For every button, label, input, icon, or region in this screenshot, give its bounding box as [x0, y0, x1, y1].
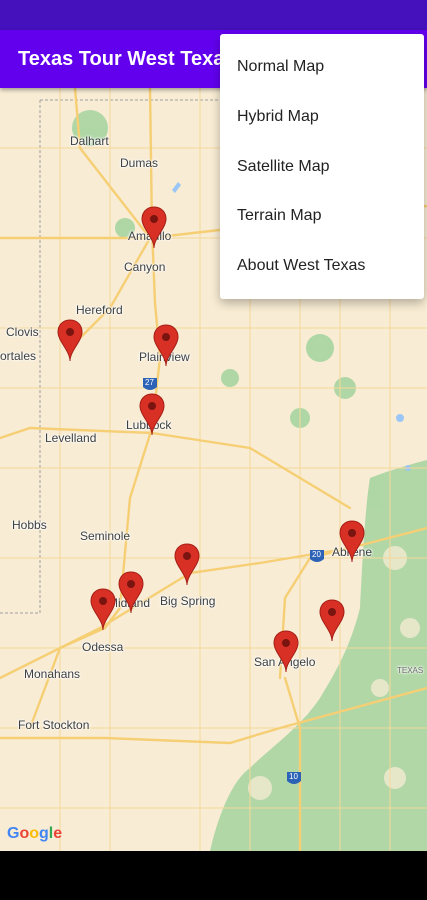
map-marker-lubbock[interactable] — [139, 393, 165, 437]
interstate-10-shield: 10 — [289, 772, 298, 781]
menu-item-satellite-map[interactable]: Satellite Map — [220, 143, 424, 191]
status-bar — [0, 0, 427, 30]
menu-item-terrain-map[interactable]: Terrain Map — [220, 192, 424, 240]
map-marker-midland[interactable] — [118, 571, 144, 615]
city-label: ortales — [0, 349, 37, 363]
app-title: Texas Tour West Texas — [18, 48, 236, 70]
map-marker-big-spring[interactable] — [174, 543, 200, 587]
city-label: Monahans — [24, 667, 81, 681]
city-label: Hobbs — [12, 518, 47, 532]
city-label: Clovis — [6, 325, 39, 339]
interstate-20-shield: 20 — [312, 550, 321, 559]
map-type-menu: Normal Map Hybrid Map Satellite Map Terr… — [220, 34, 424, 299]
city-label: Dumas — [120, 156, 159, 170]
city-label: Big Spring — [160, 594, 216, 608]
city-label: Seminole — [80, 529, 131, 543]
map-marker-east-of-san-angelo[interactable] — [319, 599, 345, 643]
map-marker-odessa[interactable] — [90, 588, 116, 632]
city-label: Dalhart — [70, 134, 109, 148]
state-label: TEXAS — [397, 666, 424, 675]
menu-item-normal-map[interactable]: Normal Map — [220, 43, 424, 91]
city-label: Canyon — [124, 260, 166, 274]
map-marker-plainview[interactable] — [153, 324, 179, 368]
city-label: Odessa — [82, 640, 124, 654]
city-label: Fort Stockton — [18, 718, 90, 732]
city-label: Hereford — [76, 303, 123, 317]
map-marker-san-angelo[interactable] — [273, 630, 299, 674]
map-marker-clovis[interactable] — [57, 319, 83, 363]
navigation-bar — [0, 851, 427, 900]
map-marker-abilene[interactable] — [339, 520, 365, 564]
map-marker-amarillo[interactable] — [141, 206, 167, 250]
google-logo: Google — [7, 825, 63, 842]
menu-item-hybrid-map[interactable]: Hybrid Map — [220, 93, 424, 141]
city-label: Levelland — [45, 431, 97, 445]
menu-item-about-west-texas[interactable]: About West Texas — [220, 242, 424, 290]
interstate-27-shield: 27 — [145, 378, 154, 387]
